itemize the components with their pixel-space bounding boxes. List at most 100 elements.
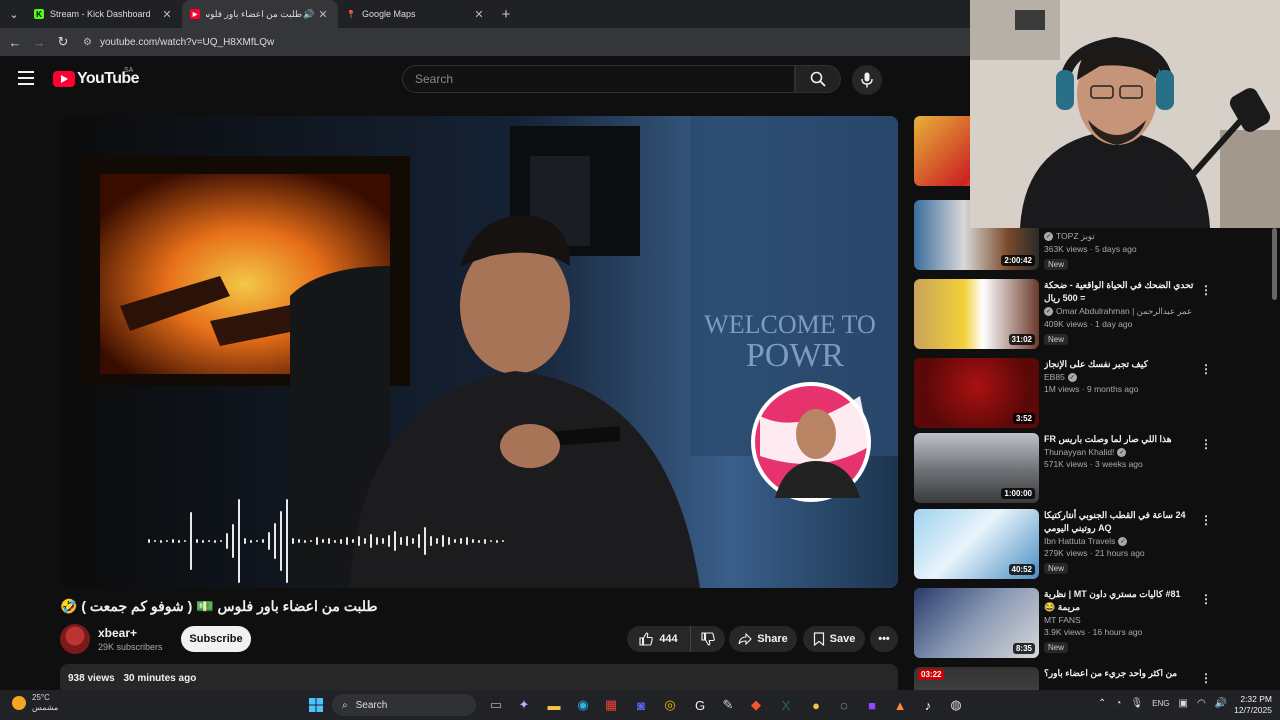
volume-icon[interactable]: 🔊 [1215,698,1227,709]
start-windows-icon[interactable] [306,695,326,715]
video-thumbnail[interactable]: 8:35 [914,588,1039,658]
like-button[interactable]: 444 [627,626,691,652]
dislike-button[interactable] [691,632,725,646]
obs-icon[interactable]: ◍ [946,695,966,715]
app-icon[interactable]: G [690,695,710,715]
subscribe-button[interactable]: Subscribe [181,626,251,652]
rec-title[interactable]: تحدي الضحك في الحياة الواقعية - ضحكة = 5… [1044,279,1194,305]
close-tab-icon[interactable]: ✕ [472,8,486,21]
tool-icon[interactable]: ✎ [718,695,738,715]
chat-icon[interactable]: ● [806,695,826,715]
tab-google-maps[interactable]: 📍 Google Maps ✕ [338,0,494,28]
rec-title[interactable]: من اكثر واحد جريء من اعضاء باور؟ [1044,667,1194,680]
rec-title[interactable]: 24 ساعة في القطب الجنوبي أنتاركتيكا AQ ر… [1044,509,1194,535]
forward-arrow-icon[interactable]: → [27,35,51,50]
back-arrow-icon[interactable]: ← [3,35,27,50]
app-a-icon[interactable]: ▲ [890,695,910,715]
reload-icon[interactable]: ↻ [51,34,75,50]
video-thumbnail[interactable]: 3:52 [914,358,1039,428]
verified-icon: ✓ [1044,232,1053,241]
task-view-icon[interactable]: ▭ [486,695,506,715]
tab-youtube-video[interactable]: ▶ طلبت من اعضاء باور فلوس 🔊 ✕ [182,0,338,28]
list-item[interactable]: 03:22 من اكثر واحد جريء من اعضاء باور؟ ⋮ [914,667,1274,690]
maps-icon: 📍 [346,9,356,19]
twitch-icon[interactable]: ■ [862,695,882,715]
rec-channel[interactable]: Thunayyan Khalid! ✓ [1044,447,1194,457]
edge-icon[interactable]: ◉ [573,695,593,715]
taskbar-search[interactable]: ⌕ Search [332,694,476,716]
save-button[interactable]: Save [803,626,865,652]
video-player[interactable]: WELCOME TO POWR [60,116,898,588]
mic-tray-icon[interactable]: 🎙 [1130,698,1143,709]
duration-badge: 40:52 [1008,564,1035,575]
search-input[interactable]: Search [402,65,795,93]
channel-avatar[interactable] [60,624,90,654]
list-item[interactable]: 1:00:00 هذا اللي صار لما وصلت باريس FR T… [914,433,1274,505]
network-icon[interactable]: ◔ [1115,698,1121,709]
video-thumbnail[interactable]: 31:02 [914,279,1039,349]
tab-kick-dashboard[interactable]: K Stream - Kick Dashboard ✕ [26,0,182,28]
rec-channel[interactable]: MT FANS [1044,615,1194,625]
store-icon[interactable]: ▦ [601,695,621,715]
rec-title[interactable]: هذا اللي صار لما وصلت باريس FR [1044,433,1194,446]
display-icon[interactable]: ▣ [1178,698,1187,709]
search-button[interactable] [795,65,841,93]
more-vertical-icon[interactable]: ⋮ [1200,362,1212,376]
site-info-icon[interactable]: ⚙ [83,37,92,48]
menu-icon[interactable] [18,71,34,89]
duration-badge: 1:00:00 [1001,488,1035,499]
weather-widget[interactable]: 25°C مشمس [12,693,58,713]
share-button[interactable]: Share [729,626,797,652]
voice-search-button[interactable] [852,65,882,95]
rec-channel[interactable]: Ibn Hattuta Travels ✓ [1044,536,1194,546]
channel-name[interactable]: xbear+ [98,626,163,640]
close-tab-icon[interactable]: ✕ [160,8,174,21]
list-item[interactable]: 3:52 كيف تجبر نفسك على الإنجاز EB85 ✓ 1M … [914,358,1274,430]
rec-title[interactable]: كيف تجبر نفسك على الإنجاز [1044,358,1194,371]
language-indicator[interactable]: ENG [1152,699,1169,708]
rec-channel[interactable]: ✓ Omar Abdulrahman | عمر عبدالرحمن [1044,306,1194,317]
tab-search-chevron-icon[interactable]: ⌄ [2,2,26,26]
more-vertical-icon[interactable]: ⋮ [1200,592,1212,606]
excel-icon[interactable]: X [776,695,796,715]
youtube-icon: ▶ [190,9,200,19]
scrollbar-thumb[interactable] [1272,228,1277,300]
chevron-up-icon[interactable]: ⌃ [1098,698,1106,709]
youtube-play-icon [53,71,75,87]
rec-channel[interactable]: ✓ TOPZ توبز [1044,231,1194,242]
tiktok-icon[interactable]: ♪ [918,695,938,715]
video-thumbnail[interactable]: 40:52 [914,509,1039,579]
video-thumbnail[interactable]: 03:22 [914,667,1039,690]
more-vertical-icon[interactable]: ⋮ [1200,513,1212,527]
channel-info[interactable]: xbear+ 29K subscribers [60,624,163,654]
system-tray: ⌃ ◔ 🎙 ENG ▣ ◠ 🔊 [1098,698,1227,709]
list-item[interactable]: 31:02 تحدي الضحك في الحياة الواقعية - ضح… [914,279,1274,351]
copilot-icon[interactable]: ✦ [514,695,534,715]
discord-icon[interactable]: ◙ [631,695,651,715]
new-tab-button[interactable]: + [494,6,518,23]
video-thumbnail[interactable]: 1:00:00 [914,433,1039,503]
close-tab-icon[interactable]: ✕ [316,8,330,21]
more-vertical-icon[interactable]: ⋮ [1200,283,1212,297]
poster-text: WELCOME TO [704,310,876,339]
rec-channel[interactable]: EB85 ✓ [1044,372,1194,382]
windows-taskbar: 25°C مشمس ⌕ Search ▭ ✦ ▬ ◉ ▦ ◙ ◎ G ✎ ◆ X… [0,690,1280,720]
steam-icon[interactable]: ◌ [834,695,854,715]
youtube-logo[interactable]: YouTube SA [53,67,139,88]
more-actions-button[interactable]: ••• [870,626,898,652]
clock[interactable]: 2:32 PM 12/7/2025 [1228,694,1272,716]
file-explorer-icon[interactable]: ▬ [544,695,564,715]
more-vertical-icon[interactable]: ⋮ [1200,671,1212,685]
more-vertical-icon[interactable]: ⋮ [1200,437,1212,451]
new-badge: New [1044,563,1069,574]
verified-icon: ✓ [1118,536,1128,546]
weather-condition: مشمس [32,703,59,712]
chrome-icon[interactable]: ◎ [660,695,680,715]
brave-icon[interactable]: ◆ [746,695,766,715]
url-field[interactable]: ⚙ youtube.com/watch?v=UQ_H8XMfLQw [83,37,274,48]
rec-title[interactable]: #81 كاليات مستري داون MT | نظرية مريمة 😂 [1044,588,1194,614]
list-item[interactable]: 40:52 24 ساعة في القطب الجنوبي أنتاركتيك… [914,509,1274,581]
list-item[interactable]: 8:35 #81 كاليات مستري داون MT | نظرية مر… [914,588,1274,660]
wifi-icon[interactable]: ◠ [1197,698,1206,709]
speaker-icon[interactable]: 🔊 [302,9,316,20]
